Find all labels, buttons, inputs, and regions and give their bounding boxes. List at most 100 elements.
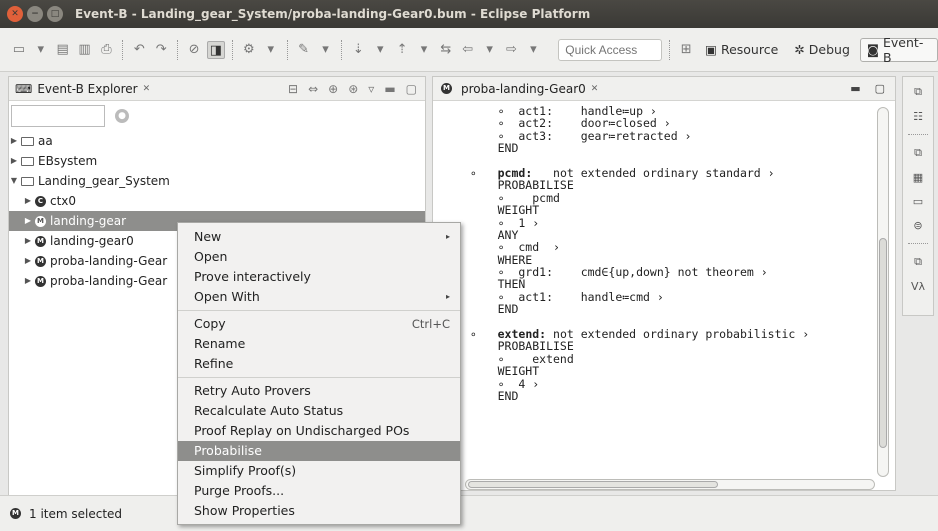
save-all-icon[interactable]: ▥ [76,41,94,59]
symbols-icon[interactable]: ▦ [913,171,923,184]
redo-icon[interactable]: ↷ [152,41,170,59]
filter-input[interactable] [11,105,105,127]
dropdown-arrow-icon[interactable]: ▾ [371,41,389,59]
dropdown-arrow-icon[interactable]: ▾ [32,41,50,59]
window-minimize-button[interactable]: − [27,6,43,22]
menu-item-simplify-proof-s[interactable]: Simplify Proof(s) [178,461,460,481]
menu-item-retry-auto-provers[interactable]: Retry Auto Provers [178,381,460,401]
restore-icon[interactable]: ⧉ [914,255,922,269]
menu-item-proof-replay-on-undischarged-pos[interactable]: Proof Replay on Undischarged POs [178,421,460,441]
collapsed-arrow-icon[interactable]: ▶ [23,251,33,271]
code-content[interactable]: ∘ act1: handle≔up › ∘ act2: door≔closed … [463,105,879,403]
new-project-icon[interactable]: ⊕ [328,82,338,96]
next-annotation-icon[interactable]: ⇣ [349,41,367,59]
menu-item-new[interactable]: New ▸ [178,227,460,247]
perspective-debug[interactable]: ✲ Debug [788,42,856,57]
prev-annotation-icon[interactable]: ⇡ [393,41,411,59]
menu-item-rename[interactable]: Rename [178,334,460,354]
collapsed-arrow-icon[interactable]: ▶ [9,131,19,151]
collapsed-arrow-icon[interactable]: ▶ [23,231,33,251]
menu-item-label: Retry Auto Provers [194,383,311,398]
lambda-icon[interactable]: Vλ [911,280,925,293]
prover-icon[interactable]: ⊘ [185,41,203,59]
restore-icon[interactable]: ⧉ [914,146,922,160]
menu-item-prove-interactively[interactable]: Prove interactively [178,267,460,287]
last-edit-icon[interactable]: ⇆ [437,41,455,59]
forward-icon[interactable]: ⇨ [503,41,521,59]
annotation-icon[interactable]: ✎ [295,41,313,59]
run-icon[interactable]: ⚙ [240,41,258,59]
new-component-icon[interactable]: ⊛ [348,82,358,96]
horizontal-scrollbar[interactable] [465,479,875,490]
code-line: ∘ grd1: cmd∈{up,down} not theorem › [463,265,768,280]
menu-item-copy[interactable]: Copy Ctrl+C [178,314,460,334]
perspective-resource[interactable]: ▣ Resource [699,42,784,57]
folder-icon [21,136,34,146]
context-icon: C [35,195,46,207]
print-icon[interactable]: ⎙ [98,41,116,59]
folder-icon [21,176,34,186]
close-icon[interactable]: ✕ [591,84,599,94]
menu-item-open[interactable]: Open [178,247,460,267]
menu-item-show-properties[interactable]: Show Properties [178,501,460,521]
menu-item-refine[interactable]: Refine [178,354,460,374]
tree-item[interactable]: ▶ aa [9,131,425,151]
toggle-icon[interactable]: ◨ [207,40,225,59]
save-icon[interactable]: ▤ [54,41,72,59]
collapse-all-icon[interactable]: ⊟ [288,82,298,96]
new-wizard-icon[interactable]: ▭ [10,41,28,59]
tree-item[interactable]: ▶ Cctx0 [9,191,425,211]
dropdown-arrow-icon[interactable]: ▾ [317,41,335,59]
tree-item-label: proba-landing-Gear [50,274,168,288]
submenu-arrow-icon: ▸ [445,292,450,301]
tree-item[interactable]: ▼ Landing_gear_System [9,171,425,191]
filter-clear-icon[interactable]: ● [115,109,129,123]
rodin-problems-icon[interactable]: ▭ [913,195,923,208]
tab-eventb-explorer[interactable]: ⌨ Event-B Explorer ✕ [15,77,150,101]
collapsed-arrow-icon[interactable]: ▶ [9,151,19,171]
collapsed-arrow-icon[interactable]: ▶ [23,211,33,231]
expanded-arrow-icon[interactable]: ▼ [9,171,19,191]
menu-item-purge-proofs[interactable]: Purge Proofs... [178,481,460,501]
back-icon[interactable]: ⇦ [459,41,477,59]
outline-icon[interactable]: ☷ [913,110,923,123]
scroll-thumb[interactable] [468,481,718,488]
dropdown-arrow-icon[interactable]: ▾ [262,41,280,59]
perspective-label: Debug [808,42,850,57]
close-icon[interactable]: ✕ [143,84,151,94]
menu-separator [178,377,460,378]
toolbar-separator [669,39,671,60]
maximize-icon[interactable]: ▢ [406,82,417,96]
open-perspective-icon[interactable]: ⊞ [677,41,695,59]
dropdown-arrow-icon[interactable]: ▾ [481,41,499,59]
restore-icon[interactable]: ⧉ [914,85,922,99]
menu-item-label: Copy [194,316,226,331]
menu-item-recalculate-auto-status[interactable]: Recalculate Auto Status [178,401,460,421]
link-editor-icon[interactable]: ⇔ [308,82,318,96]
vertical-scrollbar[interactable] [877,107,889,477]
minimize-icon[interactable]: ▬ [850,82,860,95]
menu-item-open-with[interactable]: Open With ▸ [178,287,460,307]
minimize-icon[interactable]: ▬ [384,82,395,96]
dropdown-arrow-icon[interactable]: ▾ [415,41,433,59]
undo-icon[interactable]: ↶ [130,41,148,59]
view-menu-icon[interactable]: ▿ [368,82,374,96]
toolbar-separator [286,39,288,60]
menu-item-probabilise[interactable]: Probabilise [178,441,460,461]
context-menu: New ▸ Open Prove interactively Open With ▸ Cop… [177,222,461,525]
filter-row: ● [9,101,425,131]
window-close-button[interactable]: ✕ [7,6,23,22]
dropdown-arrow-icon[interactable]: ▾ [524,41,542,59]
window-maximize-button[interactable]: □ [47,6,63,22]
scroll-thumb[interactable] [879,238,887,448]
perspective-eventb[interactable]: ◙ Event-B [859,35,938,65]
collapsed-arrow-icon[interactable]: ▶ [23,191,33,211]
menu-item-label: New [194,229,222,244]
tab-proba-landing-gear0[interactable]: M proba-landing-Gear0 ✕ [439,77,598,101]
proof-tree-icon[interactable]: ⊜ [913,219,922,232]
menu-item-label: Open With [194,289,260,304]
collapsed-arrow-icon[interactable]: ▶ [23,271,33,291]
maximize-icon[interactable]: ▢ [875,82,885,95]
quick-access-input[interactable] [558,38,663,61]
tree-item[interactable]: ▶ EBsystem [9,151,425,171]
